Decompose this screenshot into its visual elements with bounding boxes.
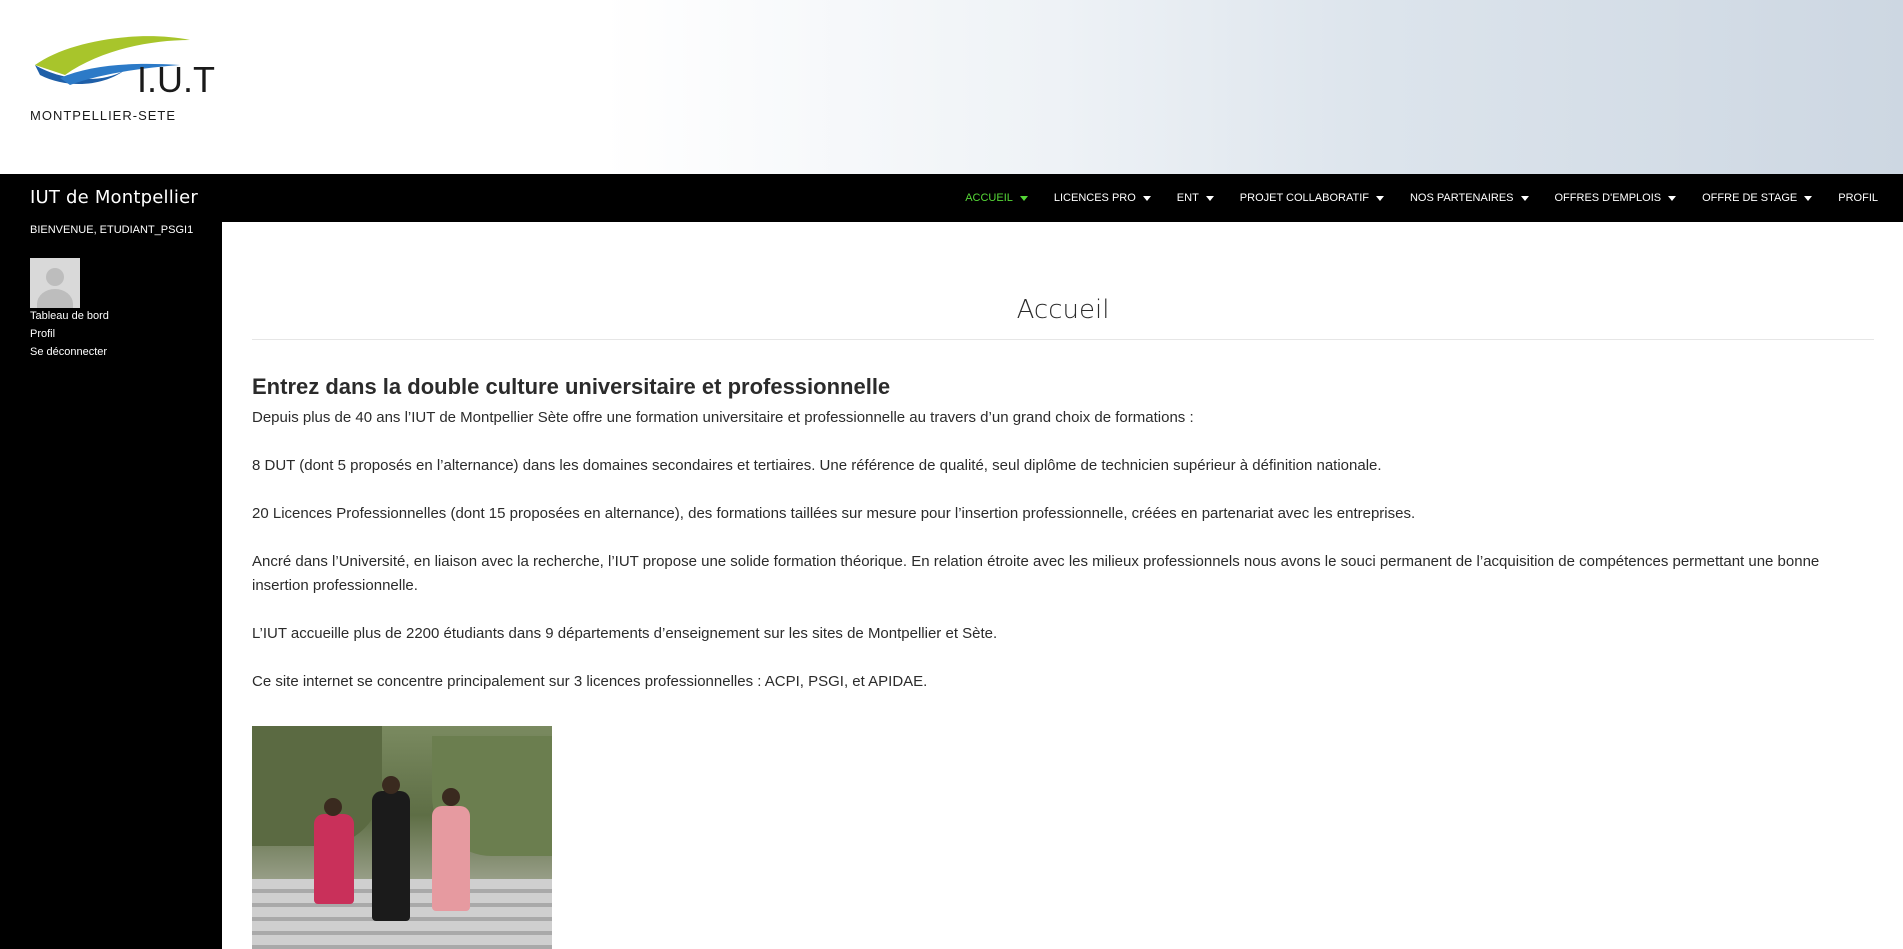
section-heading: Entrez dans la double culture universita… (252, 374, 891, 399)
page-title: Accueil (1016, 295, 1110, 325)
nav-label: ENT (1176, 192, 1199, 204)
nav-item-profil[interactable]: PROFIL (1825, 174, 1891, 222)
nav-label: LICENCES PRO (1053, 192, 1136, 204)
nav-item-offre-de-stage[interactable]: OFFRE DE STAGE (1689, 174, 1825, 222)
svg-text:MONTPELLIER-SETE: MONTPELLIER-SETE (30, 108, 176, 123)
left-sidebar: BIENVENUE, ETUDIANT_PSGI1 Tableau de bor… (0, 222, 222, 949)
paragraph: Depuis plus de 40 ans l’IUT de Montpelli… (252, 409, 1194, 426)
nav-label: NOS PARTENAIRES (1409, 192, 1514, 204)
main-menu: ACCUEIL LICENCES PRO ENT PROJET COLLABOR… (952, 174, 1891, 222)
nav-label: PROFIL (1838, 192, 1878, 204)
chevron-down-icon (1375, 195, 1384, 201)
nav-label: OFFRES D'EMPLOIS (1554, 192, 1662, 204)
site-title[interactable]: IUT de Montpellier (30, 187, 198, 208)
photo-head-shape (324, 798, 342, 816)
chevron-down-icon (1668, 195, 1677, 201)
avatar-body-shape (37, 289, 73, 308)
nav-item-ent[interactable]: ENT (1164, 174, 1227, 222)
nav-item-licences-pro[interactable]: LICENCES PRO (1041, 174, 1164, 222)
paragraph: L’IUT accueille plus de 2200 étudiants d… (252, 625, 998, 642)
dashboard-link[interactable]: Tableau de bord (30, 309, 109, 324)
account-links: Tableau de bord Profil Se déconnecter (30, 309, 109, 360)
chevron-down-icon (1520, 195, 1529, 201)
nav-label: PROJET COLLABORATIF (1239, 192, 1369, 204)
iut-logo[interactable]: I.U.T MONTPELLIER-SETE (30, 30, 230, 130)
chevron-down-icon (1142, 195, 1151, 201)
photo-person-shape (314, 814, 354, 904)
header-book-image (603, 0, 1903, 174)
profile-link[interactable]: Profil (30, 327, 109, 342)
main-content: Accueil Entrez dans la double culture un… (252, 222, 1874, 718)
logout-link[interactable]: Se déconnecter (30, 345, 109, 360)
paragraph: 20 Licences Professionnelles (dont 15 pr… (252, 505, 1416, 522)
photo-person-shape (372, 791, 410, 921)
photo-person-shape (432, 806, 470, 911)
top-navigation-bar: IUT de Montpellier ACCUEIL LICENCES PRO … (0, 174, 1903, 222)
site-header: I.U.T MONTPELLIER-SETE (0, 0, 1903, 174)
nav-label: OFFRE DE STAGE (1702, 192, 1798, 204)
paragraph: Ancré dans l’Université, en liaison avec… (252, 553, 1820, 594)
chevron-down-icon (1205, 195, 1214, 201)
avatar[interactable] (30, 258, 80, 308)
welcome-text: BIENVENUE, ETUDIANT_PSGI1 (30, 224, 194, 236)
intro-paragraphs: Depuis plus de 40 ans l’IUT de Montpelli… (252, 406, 1874, 694)
paragraph: 8 DUT (dont 5 proposés en l’alternance) … (252, 457, 1382, 474)
nav-item-accueil[interactable]: ACCUEIL (952, 174, 1041, 222)
paragraph: Ce site internet se concentre principale… (252, 673, 928, 690)
avatar-head-shape (46, 268, 64, 286)
svg-text:I.U.T: I.U.T (137, 59, 215, 100)
nav-label: ACCUEIL (965, 192, 1013, 204)
students-photo (252, 726, 552, 949)
chevron-down-icon (1804, 195, 1813, 201)
photo-head-shape (442, 788, 460, 806)
nav-item-offres-emplois[interactable]: OFFRES D'EMPLOIS (1542, 174, 1690, 222)
title-divider (252, 339, 1874, 340)
nav-item-nos-partenaires[interactable]: NOS PARTENAIRES (1397, 174, 1542, 222)
photo-head-shape (382, 776, 400, 794)
chevron-down-icon (1019, 195, 1028, 201)
nav-item-projet-collaboratif[interactable]: PROJET COLLABORATIF (1227, 174, 1397, 222)
